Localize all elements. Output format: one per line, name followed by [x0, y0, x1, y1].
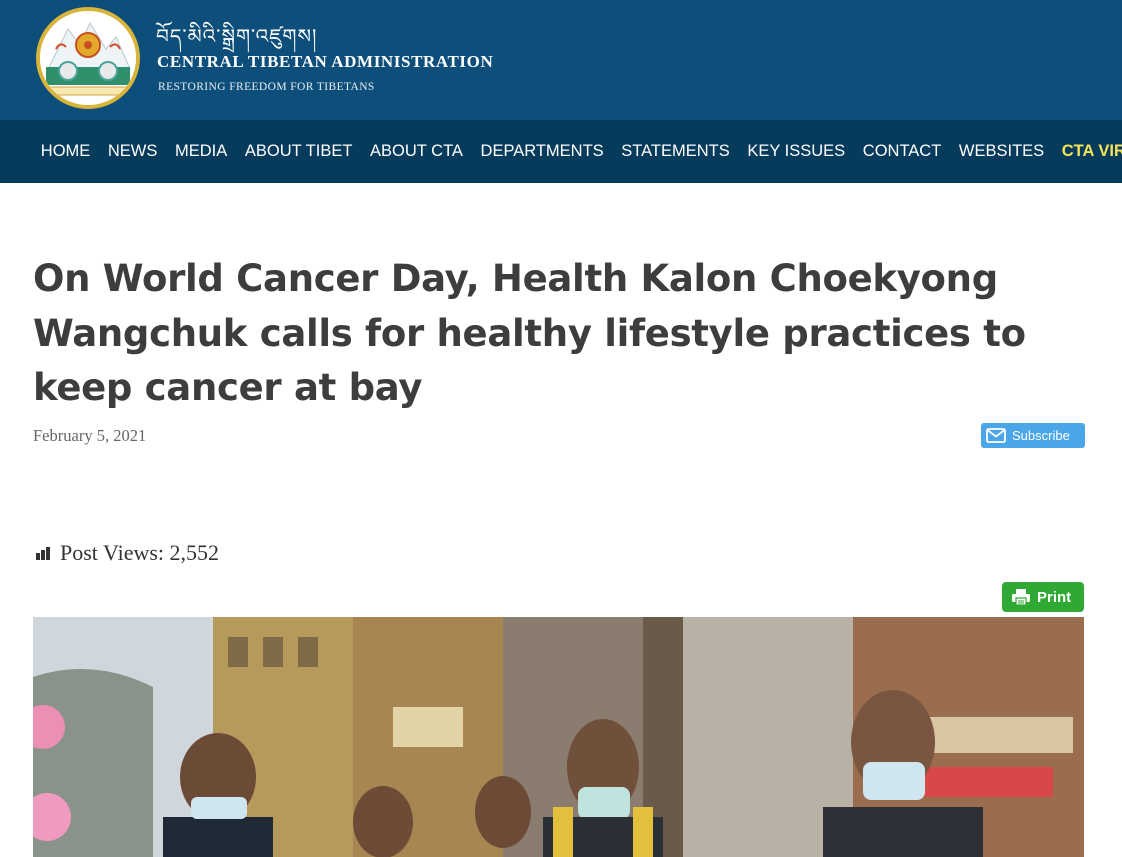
print-label: Print — [1037, 588, 1072, 606]
printer-icon — [1012, 589, 1030, 606]
nav-item-websites[interactable]: WEBSITES — [950, 120, 1053, 183]
nav-item-statements[interactable]: STATEMENTS — [612, 120, 738, 183]
envelope-icon — [986, 428, 1006, 443]
article-featured-photo — [33, 617, 1084, 857]
nav-item-departments[interactable]: DEPARTMENTS — [472, 120, 613, 183]
article-title: On World Cancer Day, Health Kalon Choeky… — [33, 257, 1026, 409]
nav-item-cta-virtual[interactable]: CTA VIRT — [1053, 120, 1122, 183]
subscribe-button[interactable]: Subscribe — [981, 423, 1085, 448]
post-views-label: Post Views: — [60, 540, 165, 565]
post-views: Post Views: 2,552 — [36, 540, 219, 566]
bar-chart-icon — [36, 546, 51, 560]
nav-item-about-tibet[interactable]: ABOUT TIBET — [236, 120, 361, 183]
subscribe-label: Subscribe — [1012, 428, 1070, 443]
nav-item-media[interactable]: MEDIA — [166, 120, 236, 183]
nav-item-contact[interactable]: CONTACT — [854, 120, 950, 183]
article-date: February 5, 2021 — [33, 426, 147, 445]
snow-lion-emblem-icon[interactable] — [36, 7, 140, 109]
post-views-count: 2,552 — [169, 540, 220, 565]
print-button[interactable]: Print — [1002, 582, 1084, 612]
org-name[interactable]: CENTRAL TIBETAN ADMINISTRATION — [157, 52, 493, 72]
site-header: བོད་མིའི་སྒྲིག་འཛུགས། CENTRAL TIBETAN AD… — [0, 0, 1122, 120]
nav-item-news[interactable]: NEWS — [99, 120, 166, 183]
nav-item-key-issues[interactable]: KEY ISSUES — [739, 120, 854, 183]
main-nav: HOME NEWS MEDIA ABOUT TIBET ABOUT CTA DE… — [0, 120, 1122, 183]
org-tagline: RESTORING FREEDOM FOR TIBETANS — [158, 81, 375, 93]
nav-item-about-cta[interactable]: ABOUT CTA — [361, 120, 472, 183]
nav-item-home[interactable]: HOME — [32, 120, 99, 183]
